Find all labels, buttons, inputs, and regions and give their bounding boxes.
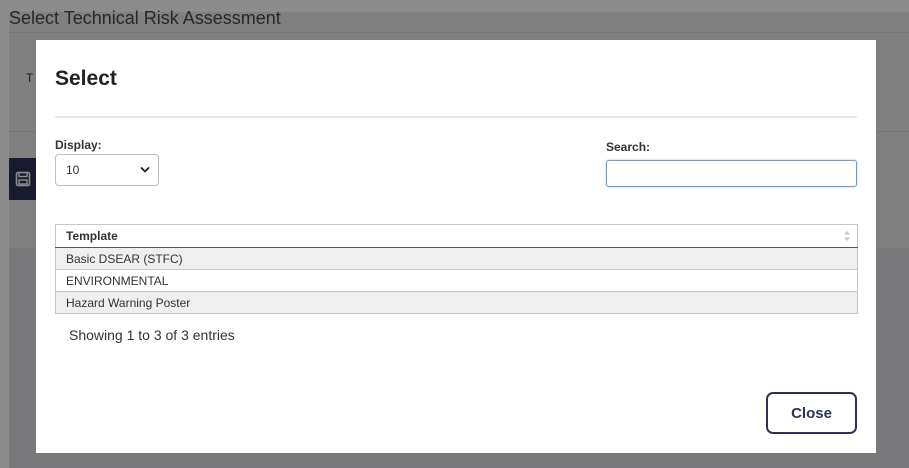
table-header-row: Template bbox=[55, 224, 858, 248]
column-header-template[interactable]: Template bbox=[55, 224, 858, 248]
table-cell-template: ENVIRONMENTAL bbox=[55, 269, 858, 292]
table-row[interactable]: Basic DSEAR (STFC) bbox=[55, 247, 858, 270]
modal-divider bbox=[55, 116, 857, 118]
table-cell-template: Hazard Warning Poster bbox=[55, 291, 858, 314]
display-select-value: 10 bbox=[66, 163, 80, 177]
column-header-label: Template bbox=[66, 229, 118, 243]
search-label: Search: bbox=[606, 140, 651, 154]
table-cell-template: Basic DSEAR (STFC) bbox=[55, 247, 858, 270]
display-select[interactable]: 10 bbox=[55, 154, 159, 186]
select-modal: Select Display: 10 Search: Template Basi… bbox=[36, 40, 876, 453]
display-label: Display: bbox=[55, 138, 102, 152]
table-row[interactable]: Hazard Warning Poster bbox=[55, 291, 858, 314]
modal-title: Select bbox=[55, 67, 117, 90]
table-info: Showing 1 to 3 of 3 entries bbox=[69, 327, 235, 343]
search-input[interactable] bbox=[606, 160, 857, 187]
template-table: Template Basic DSEAR (STFC) ENVIRONMENTA… bbox=[55, 224, 858, 314]
table-row[interactable]: ENVIRONMENTAL bbox=[55, 269, 858, 292]
sort-icon bbox=[844, 231, 850, 241]
close-button[interactable]: Close bbox=[766, 392, 857, 434]
chevron-down-icon bbox=[140, 167, 150, 173]
